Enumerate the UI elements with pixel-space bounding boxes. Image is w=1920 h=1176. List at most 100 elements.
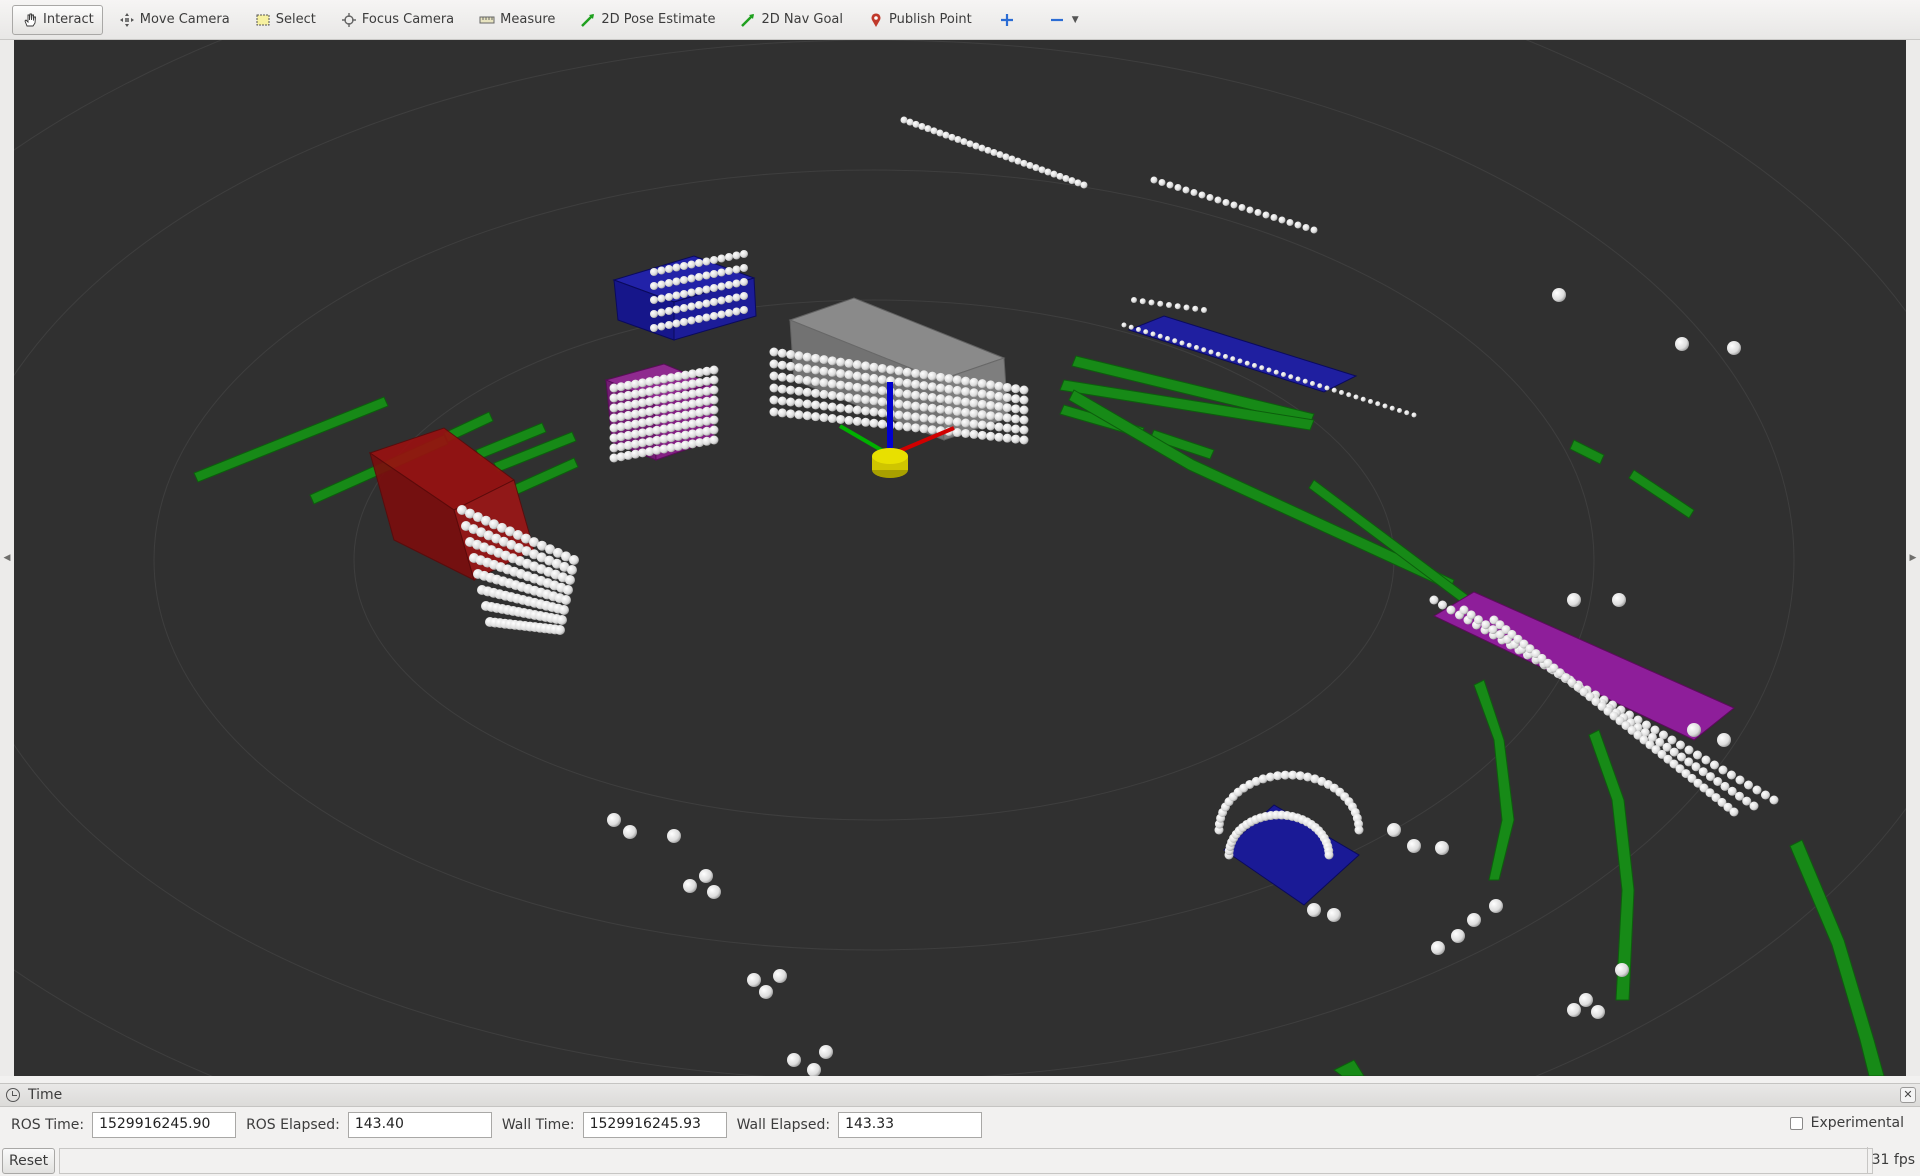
wall-elapsed-field[interactable]: 143.33 [838,1112,983,1138]
point [900,116,908,124]
ros-time-field[interactable]: 1529916245.90 [92,1112,237,1138]
point [1208,349,1214,355]
point [1324,385,1330,391]
point [911,412,921,422]
move-camera-tool-button[interactable]: Move Camera [109,5,239,35]
point [695,301,703,309]
point [894,421,904,431]
point [1131,297,1137,303]
point [1375,401,1381,407]
point [952,417,962,427]
measure-tool-button[interactable]: Measure [469,5,564,35]
point [960,138,968,146]
point [710,256,718,264]
point [665,293,673,301]
point [1684,745,1694,755]
point [1346,392,1352,398]
point [844,415,854,425]
2d-pose-estimate-tool-button[interactable]: 2D Pose Estimate [570,5,724,35]
point [695,315,703,323]
point [717,296,726,305]
point [986,411,996,421]
left-panel-handle[interactable]: ◀ [0,40,14,1076]
point [977,430,987,440]
point [844,358,854,368]
point [702,257,711,266]
point [902,367,912,377]
point [1019,405,1029,415]
point [1353,394,1359,400]
point [699,869,713,883]
ros-elapsed-field[interactable]: 143.40 [347,1112,492,1138]
2d-nav-goal-tool-button[interactable]: 2D Nav Goal [730,5,852,35]
right-panel-handle[interactable]: ▶ [1906,40,1920,1076]
point [861,372,871,382]
point [948,133,956,141]
point [1579,993,1593,1007]
select-tool-button[interactable]: Select [245,5,325,35]
point [1179,340,1185,346]
point [786,397,796,407]
point [1080,181,1088,189]
point [786,361,796,371]
point [777,360,787,370]
point [1246,206,1254,214]
3d-render-viewport[interactable] [14,40,1906,1076]
point [1230,356,1236,362]
remove-tool-button[interactable]: ▼ [1037,5,1090,35]
point [709,365,719,375]
point [1717,733,1731,747]
point [1744,780,1753,790]
point [769,395,779,405]
point [852,360,862,370]
point [861,395,871,405]
point [811,412,821,422]
close-icon[interactable]: ✕ [1900,1087,1916,1103]
point [1687,723,1701,737]
point [777,348,787,358]
point [811,365,821,375]
point [802,364,812,374]
point [1186,342,1192,348]
point [969,409,979,419]
point [687,288,696,297]
checkbox-icon[interactable] [1789,1116,1803,1130]
point [869,385,879,395]
reset-button[interactable]: Reset [2,1148,56,1174]
point [994,422,1004,432]
point [740,278,748,286]
publish-point-tool-button[interactable]: Publish Point [858,5,981,35]
fps-readout: 31 fps [1866,1147,1917,1173]
experimental-checkbox[interactable]: Experimental [1789,1115,1904,1131]
point [911,390,921,400]
point [740,306,748,314]
point [1387,823,1401,837]
2d-nav-goal-label: 2D Nav Goal [761,12,844,27]
point [740,264,748,272]
wall-time-field[interactable]: 1529916245.93 [582,1112,727,1138]
point [986,390,996,400]
point [961,428,971,438]
point [1676,740,1685,750]
point [927,414,937,424]
point [1172,338,1178,344]
point [1749,801,1759,811]
point [911,423,921,433]
add-tool-button[interactable] [987,5,1031,35]
interact-tool-button[interactable]: Interact [12,4,103,35]
point [919,381,929,391]
focus-camera-tool-button[interactable]: Focus Camera [331,5,463,35]
time-panel-title: Time [28,1087,63,1103]
point [1019,415,1029,425]
point [1166,181,1174,189]
point [942,131,950,139]
point [665,279,673,287]
lidar-point-cloud [457,116,1779,1076]
point [869,418,879,428]
point [994,412,1004,422]
point [827,356,837,366]
point [936,383,946,393]
point [1307,903,1321,917]
point [565,575,575,585]
point [1002,403,1012,413]
